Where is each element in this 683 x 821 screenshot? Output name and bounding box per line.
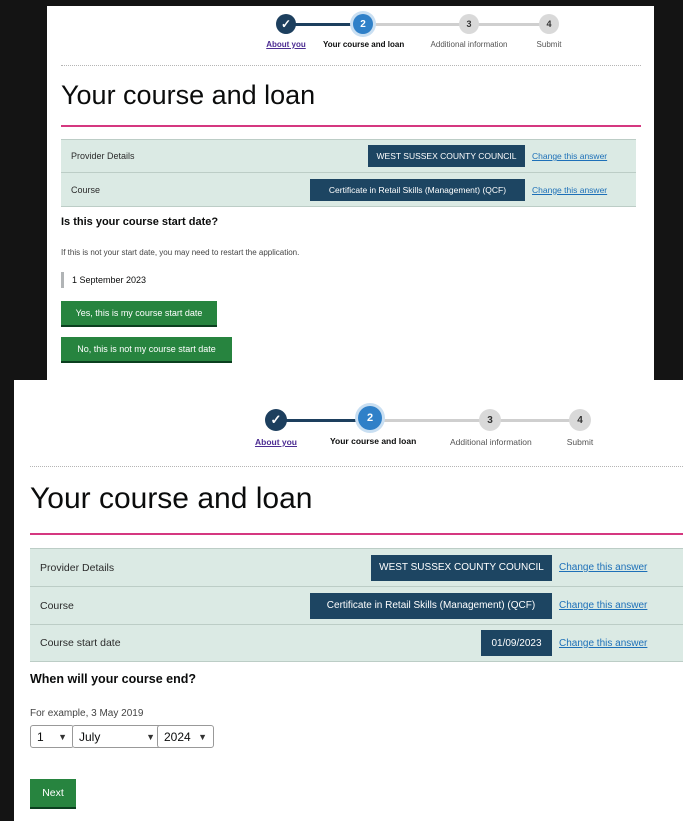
page-title: Your course and loan — [61, 80, 316, 110]
day-value: 1 — [37, 729, 44, 744]
year-select[interactable]: 2024 ▼ — [157, 725, 214, 748]
step-label: Your course and loan — [330, 436, 417, 446]
summary-row-course: Course Certificate in Retail Skills (Man… — [61, 173, 636, 207]
step-label: Additional information — [450, 437, 532, 447]
step-number: 2 — [358, 406, 382, 430]
step-about-you[interactable]: ✓ About you — [246, 14, 326, 49]
step-your-course-and-loan: 2 Your course and loan — [323, 14, 405, 49]
next-button[interactable]: Next — [30, 779, 76, 807]
question-heading: Is this your course start date? — [61, 216, 219, 228]
step-number: 2 — [353, 14, 373, 34]
course-value: Certificate in Retail Skills (Management… — [310, 592, 552, 619]
step-your-course-and-loan: 2 Your course and loan — [330, 406, 417, 446]
divider — [30, 466, 683, 467]
screen-2-panel: ✓ About you 2 Your course and loan 3 Add… — [14, 380, 683, 821]
step-additional-information: 3 Additional information — [450, 409, 532, 447]
chevron-down-icon: ▼ — [58, 731, 67, 742]
summary-row-course: Course Certificate in Retail Skills (Man… — [30, 587, 683, 625]
checkmark-icon: ✓ — [265, 409, 287, 431]
step-number: 3 — [459, 14, 479, 34]
summary-row-provider: Provider Details WEST SUSSEX COUNTY COUN… — [30, 549, 683, 587]
summary-key: Course — [71, 184, 101, 195]
chevron-down-icon: ▼ — [146, 731, 155, 742]
change-answer-link[interactable]: Change this answer — [559, 600, 647, 611]
course-value: Certificate in Retail Skills (Management… — [310, 178, 525, 201]
summary-key: Provider Details — [40, 561, 115, 574]
no-start-date-button[interactable]: No, this is not my course start date — [61, 337, 232, 361]
summary-list: Provider Details WEST SUSSEX COUNTY COUN… — [30, 548, 683, 662]
hint-text: For example, 3 May 2019 — [30, 708, 144, 719]
year-value: 2024 — [164, 729, 191, 744]
checkmark-icon: ✓ — [276, 14, 296, 34]
change-answer-link[interactable]: Change this answer — [559, 638, 647, 649]
step-number: 4 — [569, 409, 591, 431]
summary-key: Provider Details — [71, 151, 135, 161]
month-value: July — [79, 729, 101, 744]
progress-stepper: ✓ About you 2 Your course and loan 3 Add… — [47, 6, 654, 66]
step-about-you[interactable]: ✓ About you — [236, 409, 316, 447]
start-date-value: 01/09/2023 — [481, 630, 552, 656]
summary-list: Provider Details WEST SUSSEX COUNTY COUN… — [61, 139, 636, 207]
page-title: Your course and loan — [30, 482, 313, 515]
provider-value: WEST SUSSEX COUNTY COUNCIL — [368, 145, 525, 167]
divider — [61, 65, 641, 66]
step-additional-information: 3 Additional information — [429, 14, 509, 49]
summary-row-provider: Provider Details WEST SUSSEX COUNTY COUN… — [61, 140, 636, 173]
summary-key: Course — [40, 599, 74, 612]
step-label: Submit — [536, 40, 562, 49]
step-label: Additional information — [430, 40, 508, 49]
provider-value: WEST SUSSEX COUNTY COUNCIL — [371, 554, 552, 581]
step-label: Your course and loan — [323, 40, 405, 49]
change-answer-link[interactable]: Change this answer — [532, 151, 607, 161]
hint-text: If this is not your start date, you may … — [61, 248, 300, 257]
title-rule — [30, 533, 683, 535]
summary-key: Course start date — [40, 637, 121, 649]
step-label[interactable]: About you — [246, 40, 326, 49]
progress-stepper: ✓ About you 2 Your course and loan 3 Add… — [14, 380, 683, 462]
month-select[interactable]: July ▼ — [72, 725, 162, 748]
summary-row-start-date: Course start date 01/09/2023 Change this… — [30, 625, 683, 662]
start-date-inset: 1 September 2023 — [61, 272, 146, 288]
step-submit: 4 Submit — [509, 14, 589, 49]
change-answer-link[interactable]: Change this answer — [532, 185, 607, 195]
question-heading: When will your course end? — [30, 672, 196, 686]
day-select[interactable]: 1 ▼ — [30, 725, 74, 748]
step-submit: 4 Submit — [540, 409, 620, 447]
chevron-down-icon: ▼ — [198, 731, 207, 742]
yes-start-date-button[interactable]: Yes, this is my course start date — [61, 301, 217, 325]
step-label: Submit — [566, 437, 594, 447]
step-label[interactable]: About you — [236, 437, 316, 447]
screen-1-panel: ✓ About you 2 Your course and loan 3 Add… — [47, 6, 654, 380]
change-answer-link[interactable]: Change this answer — [559, 562, 647, 573]
step-number: 3 — [479, 409, 501, 431]
title-rule — [61, 125, 641, 127]
step-number: 4 — [539, 14, 559, 34]
